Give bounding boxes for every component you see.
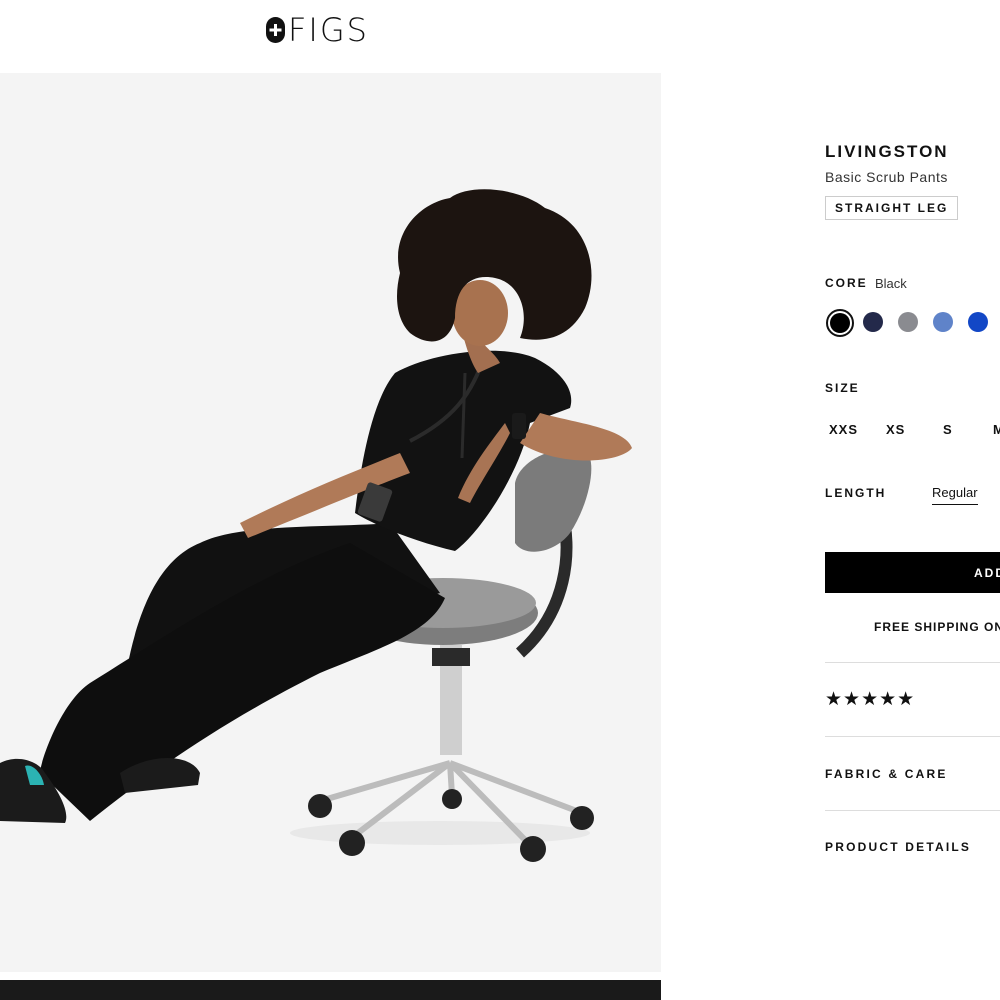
color-swatch-ceil-blue[interactable] [933,312,953,332]
figs-cross-logo-icon [266,17,285,43]
length-option-regular[interactable]: Regular [932,485,978,505]
free-shipping-notice: FREE SHIPPING ON [874,620,1000,634]
size-option-xs[interactable]: XS [886,422,905,437]
divider [825,662,1000,663]
next-product-image[interactable] [0,980,661,1000]
size-option-m[interactable]: M [993,422,1000,437]
fit-badge: STRAIGHT LEG [825,196,959,220]
color-swatch-navy[interactable] [863,312,883,332]
color-collection-label: CORE [825,276,868,290]
divider [825,810,1000,811]
review-stars[interactable]: ★★★★★ [825,688,915,711]
color-swatches [825,309,1000,337]
add-to-bag-button[interactable]: ADD [825,552,1000,593]
color-swatch-royal-blue[interactable] [968,312,988,332]
color-swatch-black[interactable] [826,309,854,337]
length-label: LENGTH [825,486,887,500]
product-subtitle: Basic Scrub Pants [825,169,948,185]
product-image[interactable] [0,73,661,972]
size-label: SIZE [825,381,860,395]
brand-name: FIGS [288,11,369,49]
color-swatch-graphite[interactable] [898,312,918,332]
size-option-xxs[interactable]: XXS [829,422,858,437]
model-seated-on-stool-photo [0,189,632,862]
fabric-care-accordion[interactable]: FABRIC & CARE [825,767,948,781]
size-option-s[interactable]: S [943,422,953,437]
image-gap [0,972,661,980]
product-details-accordion[interactable]: PRODUCT DETAILS [825,840,971,854]
brand-logo[interactable]: FIGS [266,14,369,46]
product-title: LIVINGSTON [825,142,949,161]
divider [825,736,1000,737]
selected-color-name: Black [875,276,907,291]
product-info-panel: LIVINGSTON Basic Scrub Pants STRAIGHT LE… [825,0,1000,1000]
size-options: XXS XS S M [825,422,1000,442]
